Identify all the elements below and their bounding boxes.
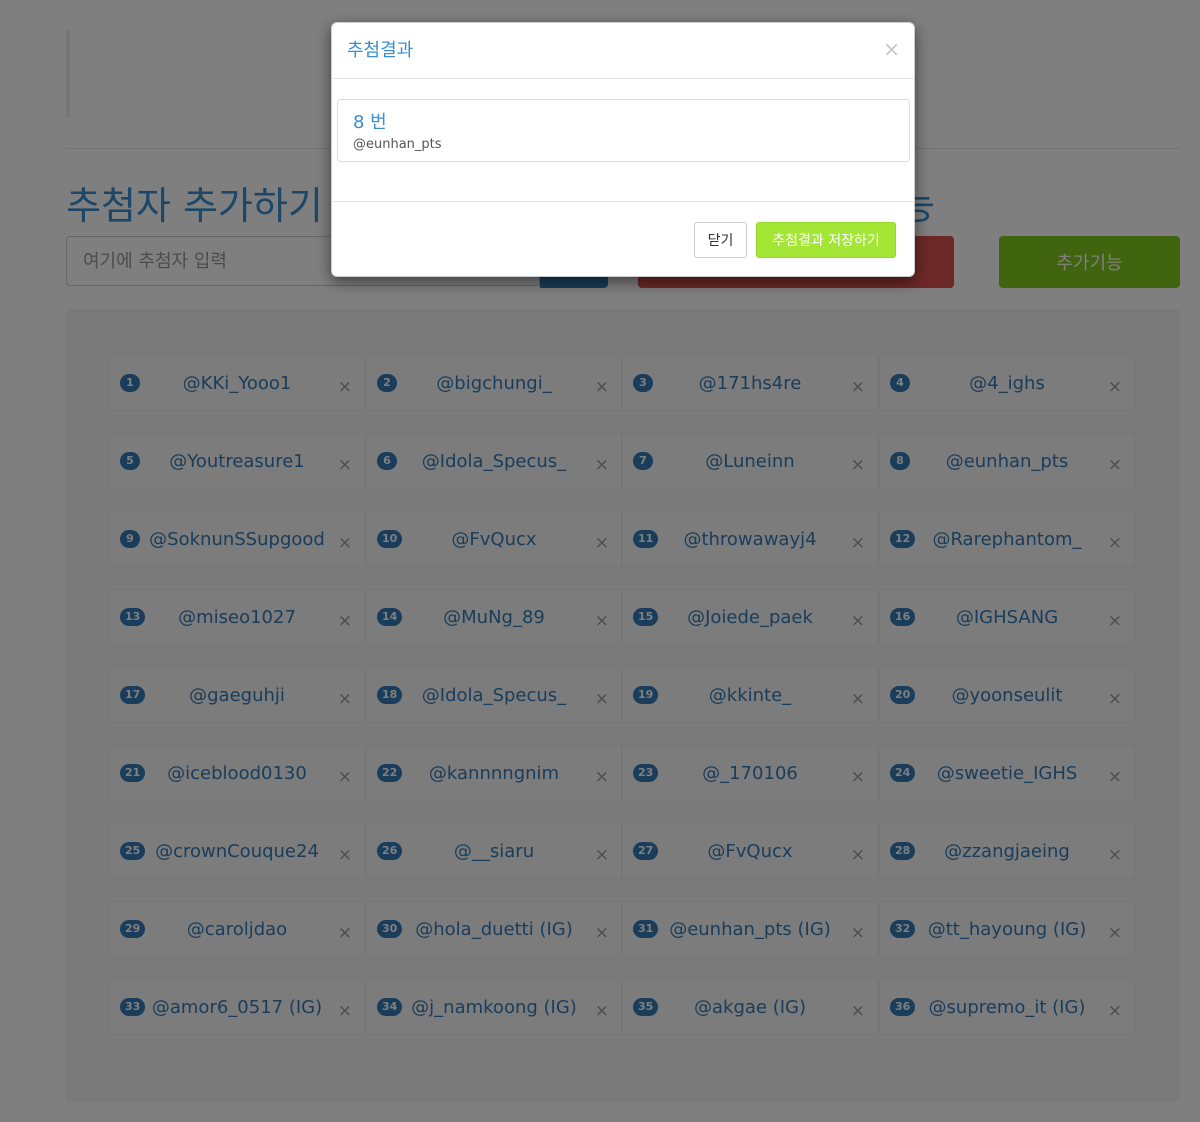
close-button[interactable]: 닫기	[694, 222, 747, 258]
result-number: 8 번	[353, 112, 387, 133]
result-username: @eunhan_pts	[353, 137, 442, 152]
result-card: 8 번 @eunhan_pts	[337, 99, 910, 162]
close-icon[interactable]: ×	[883, 23, 900, 75]
modal-footer: 닫기 추첨결과 저장하기	[332, 201, 914, 277]
modal-title: 추첨결과	[347, 40, 414, 61]
save-result-button[interactable]: 추첨결과 저장하기	[756, 222, 896, 258]
result-modal: 추첨결과 × 8 번 @eunhan_pts 닫기 추첨결과 저장하기	[331, 22, 915, 277]
modal-header: 추첨결과 ×	[332, 23, 914, 79]
